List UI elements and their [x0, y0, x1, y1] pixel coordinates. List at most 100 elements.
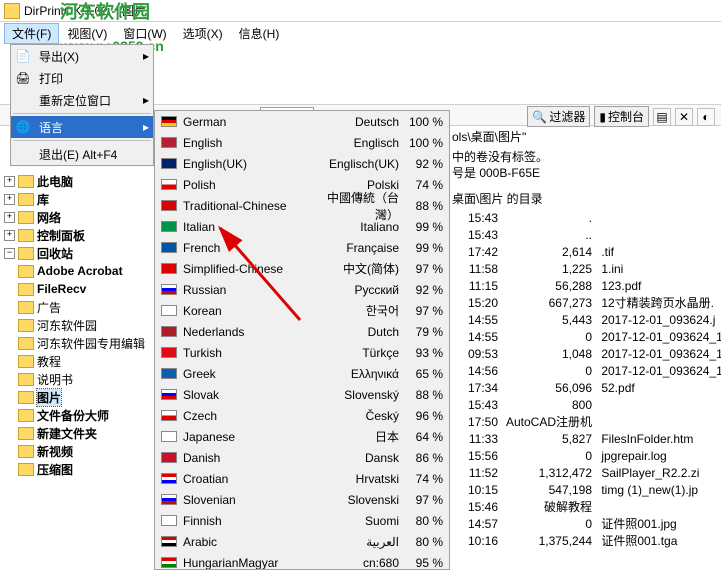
language-item-italian[interactable]: Italian Italiano 99 % — [155, 216, 449, 237]
folder-icon — [18, 301, 34, 314]
tree-label: 新建文件夹 — [37, 425, 97, 442]
language-item-czech[interactable]: Czech Český 96 % — [155, 405, 449, 426]
tool-icon-1[interactable]: ▤ — [653, 108, 671, 126]
language-item-simplified-chinese[interactable]: Simplified-Chinese 中文(简体) 97 % — [155, 258, 449, 279]
file-row: 15:560 jpgrepair.log — [452, 448, 721, 465]
menu-window[interactable]: 窗口(W) — [115, 23, 174, 44]
tree-node[interactable]: 压缩图 — [0, 460, 150, 478]
file-row: 15:43 800 — [452, 397, 721, 414]
language-item-english[interactable]: English Englisch 100 % — [155, 132, 449, 153]
tree-node[interactable]: 河东软件园专用编辑 — [0, 334, 150, 352]
language-name: Arabic — [183, 535, 311, 549]
language-item-french[interactable]: French Française 99 % — [155, 237, 449, 258]
tree-node[interactable]: Adobe Acrobat — [0, 262, 150, 280]
language-percent: 79 % — [405, 325, 443, 339]
language-native: Slovenski — [311, 493, 405, 507]
language-item-arabic[interactable]: Arabic العربية 80 % — [155, 531, 449, 552]
language-item-nederlands[interactable]: Nederlands Dutch 79 % — [155, 321, 449, 342]
tree-node[interactable]: 文件备份大师 — [0, 406, 150, 424]
language-percent: 65 % — [405, 367, 443, 381]
tree-node[interactable]: 图片 — [0, 388, 150, 406]
menu-view[interactable]: 视图(V) — [59, 23, 115, 44]
language-item-german[interactable]: German Deutsch 100 % — [155, 111, 449, 132]
language-item-hungarianmagyar[interactable]: HungarianMagyar cn:680 95 % — [155, 552, 449, 570]
language-item-turkish[interactable]: Turkish Türkçe 93 % — [155, 342, 449, 363]
language-name: Italian — [183, 220, 311, 234]
language-native: Englisch(UK) — [311, 157, 405, 171]
language-native: Türkçe — [311, 346, 405, 360]
chevron-right-icon: ▸ — [143, 120, 149, 134]
menu-file[interactable]: 文件(F) — [4, 23, 59, 44]
language-name: Croatian — [183, 472, 311, 486]
language-item-croatian[interactable]: Croatian Hrvatski 74 % — [155, 468, 449, 489]
language-percent: 93 % — [405, 346, 443, 360]
language-percent: 100 % — [405, 115, 443, 129]
folder-icon — [18, 355, 34, 368]
tree-node[interactable]: 回收站 — [0, 244, 150, 262]
flag-icon — [161, 284, 177, 295]
file-row: 17:3456,096 52.pdf — [452, 380, 721, 397]
language-native: Deutsch — [311, 115, 405, 129]
language-item-greek[interactable]: Greek Ελληνικά 65 % — [155, 363, 449, 384]
tree-node[interactable]: 控制面板 — [0, 226, 150, 244]
language-item-danish[interactable]: Danish Dansk 86 % — [155, 447, 449, 468]
language-item-english(uk)[interactable]: English(UK) Englisch(UK) 92 % — [155, 153, 449, 174]
tree-label: 库 — [37, 191, 49, 208]
language-name: Japanese — [183, 430, 311, 444]
language-native: Český — [311, 409, 405, 423]
tree-node[interactable]: 新视频 — [0, 442, 150, 460]
language-name: Traditional-Chinese — [183, 199, 311, 213]
folder-icon — [18, 211, 34, 224]
tree-node[interactable]: 河东软件园 — [0, 316, 150, 334]
tree-node[interactable]: 网络 — [0, 208, 150, 226]
menu-info[interactable]: 信息(H) — [231, 23, 288, 44]
language-item-korean[interactable]: Korean 한국어 97 % — [155, 300, 449, 321]
window-title: DirPrintOK 3.02 - [图片] — [24, 2, 149, 19]
language-percent: 64 % — [405, 430, 443, 444]
file-listing: 15:43 .15:43 ..17:422,614 .tif11:581,225… — [452, 210, 721, 550]
flag-icon — [161, 389, 177, 400]
language-name: Turkish — [183, 346, 311, 360]
directory-heading: 桌面\图片 的目录 — [452, 190, 543, 207]
language-name: Slovak — [183, 388, 311, 402]
language-native: Slovenský — [311, 388, 405, 402]
menu-print[interactable]: 🖨打印 — [11, 67, 153, 89]
menu-options[interactable]: 选项(X) — [175, 23, 231, 44]
menu-language[interactable]: 🌐语言▸ — [11, 116, 153, 138]
menu-exit[interactable]: 退出(E) Alt+F4 — [11, 143, 153, 165]
tree-label: 河东软件园专用编辑 — [37, 335, 145, 352]
language-name: Simplified-Chinese — [183, 262, 311, 276]
filter-label: 过滤器 — [549, 108, 585, 125]
flag-icon — [161, 431, 177, 442]
language-item-japanese[interactable]: Japanese 日本 64 % — [155, 426, 449, 447]
file-dropdown-menu: 📄导出(X)▸ 🖨打印 重新定位窗口▸ 🌐语言▸ 退出(E) Alt+F4 — [10, 44, 154, 166]
tree-node[interactable]: 新建文件夹 — [0, 424, 150, 442]
language-item-finnish[interactable]: Finnish Suomi 80 % — [155, 510, 449, 531]
menu-relocate-window[interactable]: 重新定位窗口▸ — [11, 89, 153, 111]
menu-export[interactable]: 📄导出(X)▸ — [11, 45, 153, 67]
tree-node[interactable]: 说明书 — [0, 370, 150, 388]
tree-node[interactable]: 此电脑 — [0, 172, 150, 190]
console-button[interactable]: ▮控制台 — [594, 106, 649, 127]
folder-icon — [18, 283, 34, 296]
tool-icon-2[interactable]: ✕ — [675, 108, 693, 126]
language-item-traditional-chinese[interactable]: Traditional-Chinese 中國傳統（台灣） 88 % — [155, 195, 449, 216]
language-submenu: German Deutsch 100 % English Englisch 10… — [154, 110, 450, 570]
flag-icon — [161, 158, 177, 169]
tree-node[interactable]: FileRecv — [0, 280, 150, 298]
folder-tree[interactable]: 此电脑库网络控制面板回收站Adobe AcrobatFileRecv广告河东软件… — [0, 128, 150, 567]
tree-node[interactable]: 库 — [0, 190, 150, 208]
tree-node[interactable]: 广告 — [0, 298, 150, 316]
language-item-slovak[interactable]: Slovak Slovenský 88 % — [155, 384, 449, 405]
language-item-slovenian[interactable]: Slovenian Slovenski 97 % — [155, 489, 449, 510]
language-item-russian[interactable]: Russian Русский 92 % — [155, 279, 449, 300]
folder-icon — [18, 229, 34, 242]
folder-icon — [18, 427, 34, 440]
filter-button[interactable]: 🔍过滤器 — [527, 106, 590, 127]
language-name: Finnish — [183, 514, 311, 528]
language-native: Русский — [311, 283, 405, 297]
tool-icon-3[interactable]: ◐ — [697, 108, 715, 126]
file-row: 17:422,614 .tif — [452, 244, 721, 261]
language-native: cn:680 — [311, 556, 405, 570]
tree-node[interactable]: 教程 — [0, 352, 150, 370]
